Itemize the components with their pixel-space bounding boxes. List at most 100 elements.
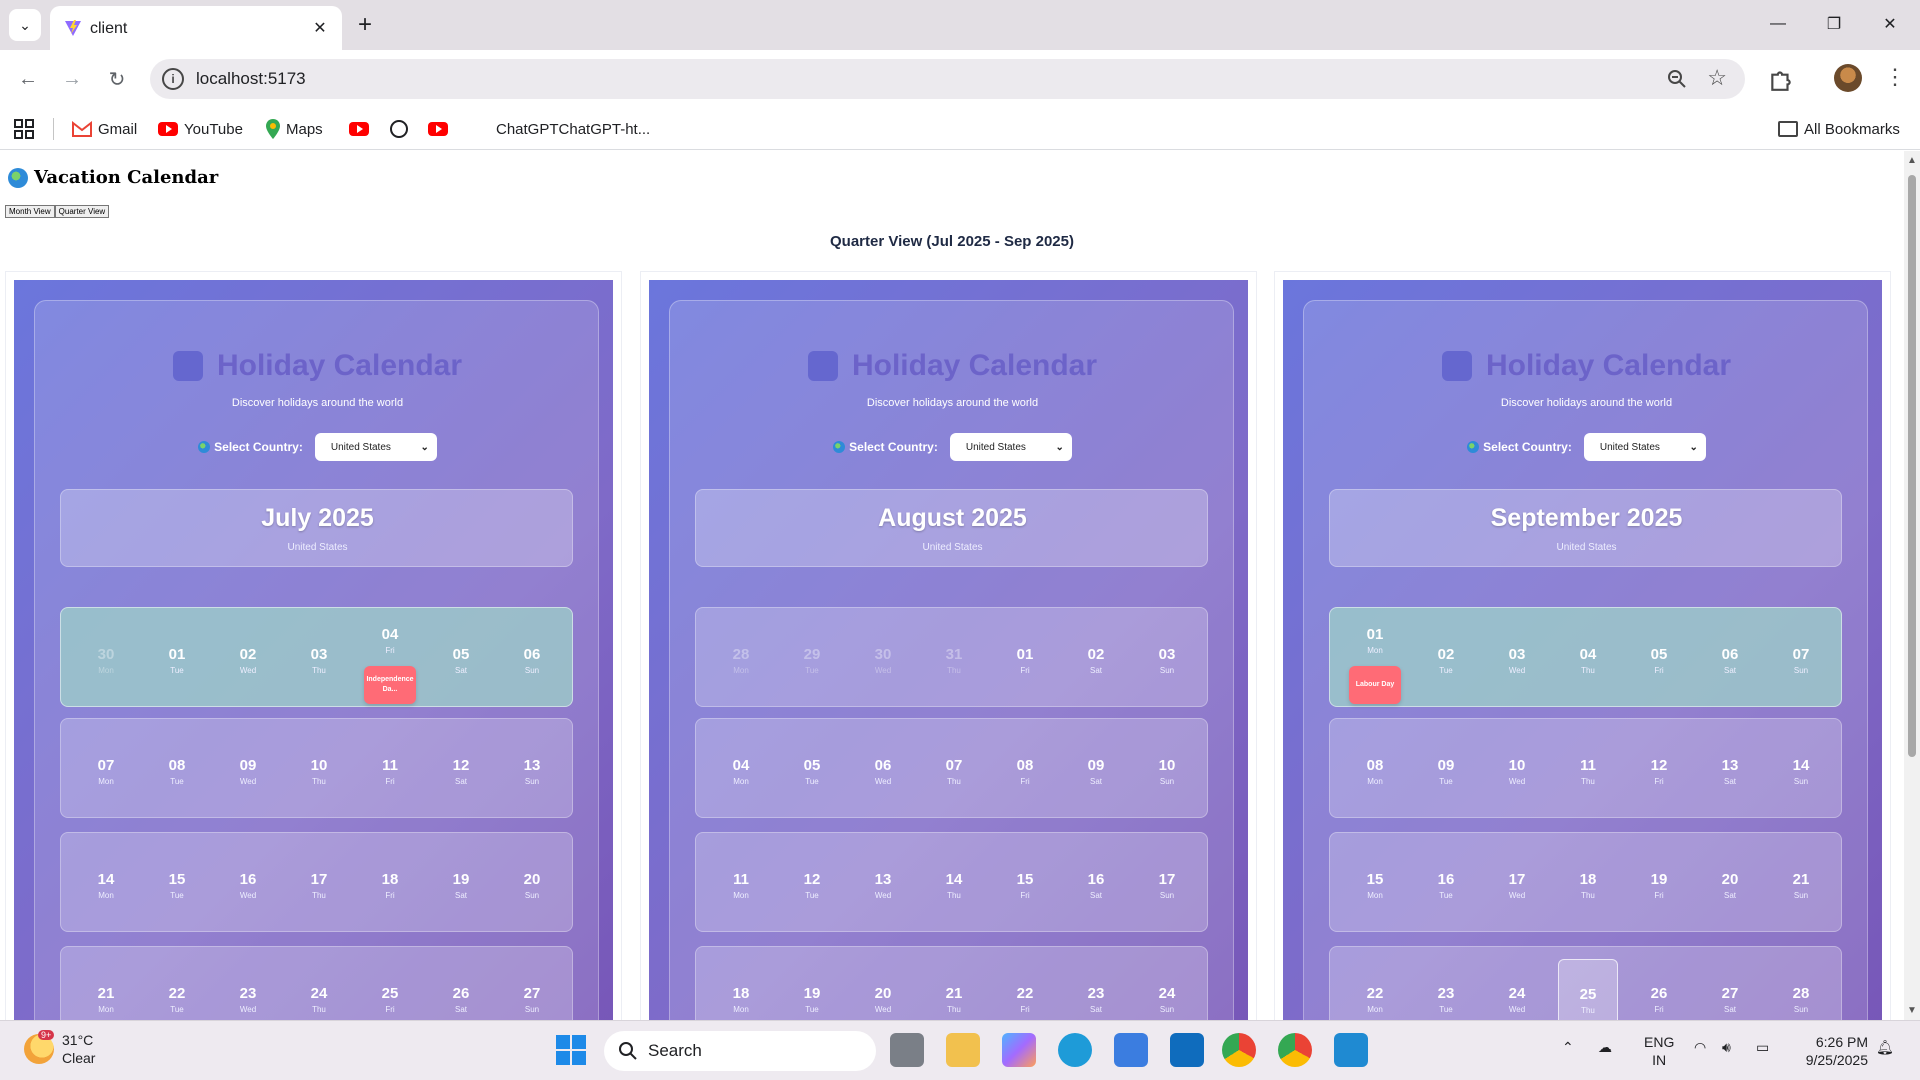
scroll-up-icon[interactable]: ▲ [1907, 155, 1917, 166]
holiday-badge[interactable]: Labour Day [1349, 666, 1401, 704]
day-cell[interactable]: 26 Fri [1629, 985, 1689, 1014]
tab-search-button[interactable]: ⌄ [9, 9, 41, 41]
bookmark-star-icon[interactable]: ☆ [1707, 65, 1727, 91]
day-cell[interactable]: 24 Thu [289, 985, 349, 1014]
day-cell[interactable]: 16 Sat [1066, 871, 1126, 900]
day-cell[interactable]: 22 Mon [1345, 985, 1405, 1014]
windows-start-icon[interactable] [556, 1035, 586, 1065]
task-view-icon[interactable] [890, 1033, 924, 1067]
day-cell[interactable]: 23 Sat [1066, 985, 1126, 1014]
day-cell[interactable]: 08 Fri [995, 757, 1055, 786]
language-indicator[interactable]: ENG IN [1644, 1033, 1674, 1069]
country-select[interactable]: United States ⌄ [1583, 433, 1706, 461]
day-cell[interactable]: 09 Wed [218, 757, 278, 786]
day-cell[interactable]: 06 Wed [853, 757, 913, 786]
quarter-view-button[interactable]: Quarter View [54, 205, 110, 218]
day-cell[interactable]: 20 Sun [502, 871, 562, 900]
day-cell[interactable]: 30 Mon [76, 646, 136, 675]
extensions-icon[interactable] [1768, 66, 1794, 92]
day-cell[interactable]: 15 Fri [995, 871, 1055, 900]
day-cell[interactable]: 14 Mon [76, 871, 136, 900]
day-cell[interactable]: 09 Tue [1416, 757, 1476, 786]
day-cell[interactable]: 12 Sat [431, 757, 491, 786]
day-cell[interactable]: 20 Wed [853, 985, 913, 1014]
day-cell[interactable]: 17 Wed [1487, 871, 1547, 900]
bookmark-youtube-2[interactable] [349, 118, 369, 140]
bookmark-youtube[interactable]: YouTube [158, 118, 243, 140]
day-cell[interactable]: 21 Sun [1771, 871, 1831, 900]
back-icon[interactable]: ← [12, 63, 44, 95]
day-cell[interactable]: 10 Wed [1487, 757, 1547, 786]
day-cell[interactable]: 20 Sat [1700, 871, 1760, 900]
vscode-icon[interactable] [1334, 1033, 1368, 1067]
day-cell[interactable]: 15 Mon [1345, 871, 1405, 900]
day-cell[interactable]: 07 Mon [76, 757, 136, 786]
day-cell[interactable]: 29 Tue [782, 646, 842, 675]
day-cell[interactable]: 30 Wed [853, 646, 913, 675]
day-cell[interactable]: 10 Thu [289, 757, 349, 786]
day-cell[interactable]: 12 Tue [782, 871, 842, 900]
day-cell[interactable]: 27 Sat [1700, 985, 1760, 1014]
address-bar[interactable]: i localhost:5173 ☆ [150, 59, 1745, 99]
country-select[interactable]: United States ⌄ [949, 433, 1072, 461]
day-cell[interactable]: 23 Wed [218, 985, 278, 1014]
volume-icon[interactable]: 🔊︎ [1722, 1039, 1731, 1056]
day-cell[interactable]: 24 Wed [1487, 985, 1547, 1014]
day-cell[interactable]: 18 Mon [711, 985, 771, 1014]
day-cell[interactable]: 09 Sat [1066, 757, 1126, 786]
onedrive-icon[interactable]: ☁ [1598, 1039, 1612, 1056]
day-cell[interactable]: 04 Mon [711, 757, 771, 786]
day-cell[interactable]: 23 Tue [1416, 985, 1476, 1014]
minimize-button[interactable]: — [1758, 8, 1798, 40]
bookmark-chatgpt[interactable]: ChatGPTChatGPT-ht... [496, 118, 650, 140]
clock[interactable]: 6:26 PM 9/25/2025 [1796, 1033, 1868, 1069]
tray-overflow-icon[interactable]: ⌃ [1562, 1039, 1574, 1056]
day-cell[interactable]: 03 Wed [1487, 646, 1547, 675]
day-cell[interactable]: 25 Thu [1558, 959, 1618, 1020]
bookmark-globe[interactable] [390, 118, 408, 140]
day-cell[interactable]: 05 Fri [1629, 646, 1689, 675]
day-cell[interactable]: 27 Sun [502, 985, 562, 1014]
day-cell[interactable]: 14 Thu [924, 871, 984, 900]
day-cell[interactable]: 07 Sun [1771, 646, 1831, 675]
taskbar-search[interactable]: Search [604, 1031, 876, 1071]
bookmark-gmail[interactable]: Gmail [72, 118, 137, 140]
day-cell[interactable]: 01 Tue [147, 646, 207, 675]
menu-kebab-icon[interactable]: ⋮ [1884, 64, 1906, 90]
day-cell[interactable]: 18 Fri [360, 871, 420, 900]
day-cell[interactable]: 28 Mon [711, 646, 771, 675]
day-cell[interactable]: 10 Sun [1137, 757, 1197, 786]
day-cell[interactable]: 03 Sun [1137, 646, 1197, 675]
day-cell[interactable]: 11 Thu [1558, 757, 1618, 786]
day-cell[interactable]: 17 Thu [289, 871, 349, 900]
day-cell[interactable]: 12 Fri [1629, 757, 1689, 786]
day-cell[interactable]: 19 Sat [431, 871, 491, 900]
day-cell[interactable]: 08 Tue [147, 757, 207, 786]
day-cell[interactable]: 13 Sun [502, 757, 562, 786]
site-info-icon[interactable]: i [162, 68, 184, 90]
day-cell[interactable]: 01 Mon [1345, 626, 1405, 655]
store-icon[interactable] [1114, 1033, 1148, 1067]
day-cell[interactable]: 28 Sun [1771, 985, 1831, 1014]
day-cell[interactable]: 19 Tue [782, 985, 842, 1014]
day-cell[interactable]: 02 Sat [1066, 646, 1126, 675]
day-cell[interactable]: 26 Sat [431, 985, 491, 1014]
apps-grid-icon[interactable] [14, 119, 34, 139]
file-explorer-icon[interactable] [946, 1033, 980, 1067]
day-cell[interactable]: 13 Sat [1700, 757, 1760, 786]
weather-widget[interactable]: 9+ 31°C Clear [24, 1030, 95, 1067]
day-cell[interactable]: 17 Sun [1137, 871, 1197, 900]
day-cell[interactable]: 19 Fri [1629, 871, 1689, 900]
close-tab-icon[interactable]: ✕ [308, 16, 332, 40]
day-cell[interactable]: 18 Thu [1558, 871, 1618, 900]
page-scrollbar[interactable]: ▲ ▼ [1904, 151, 1920, 1020]
day-cell[interactable]: 05 Sat [431, 646, 491, 675]
day-cell[interactable]: 07 Thu [924, 757, 984, 786]
day-cell[interactable]: 14 Sun [1771, 757, 1831, 786]
day-cell[interactable]: 02 Tue [1416, 646, 1476, 675]
day-cell[interactable]: 25 Fri [360, 985, 420, 1014]
day-cell[interactable]: 13 Wed [853, 871, 913, 900]
day-cell[interactable]: 02 Wed [218, 646, 278, 675]
day-cell[interactable]: 21 Thu [924, 985, 984, 1014]
notification-bell-icon[interactable]: 🔔︎ [1876, 1039, 1894, 1056]
